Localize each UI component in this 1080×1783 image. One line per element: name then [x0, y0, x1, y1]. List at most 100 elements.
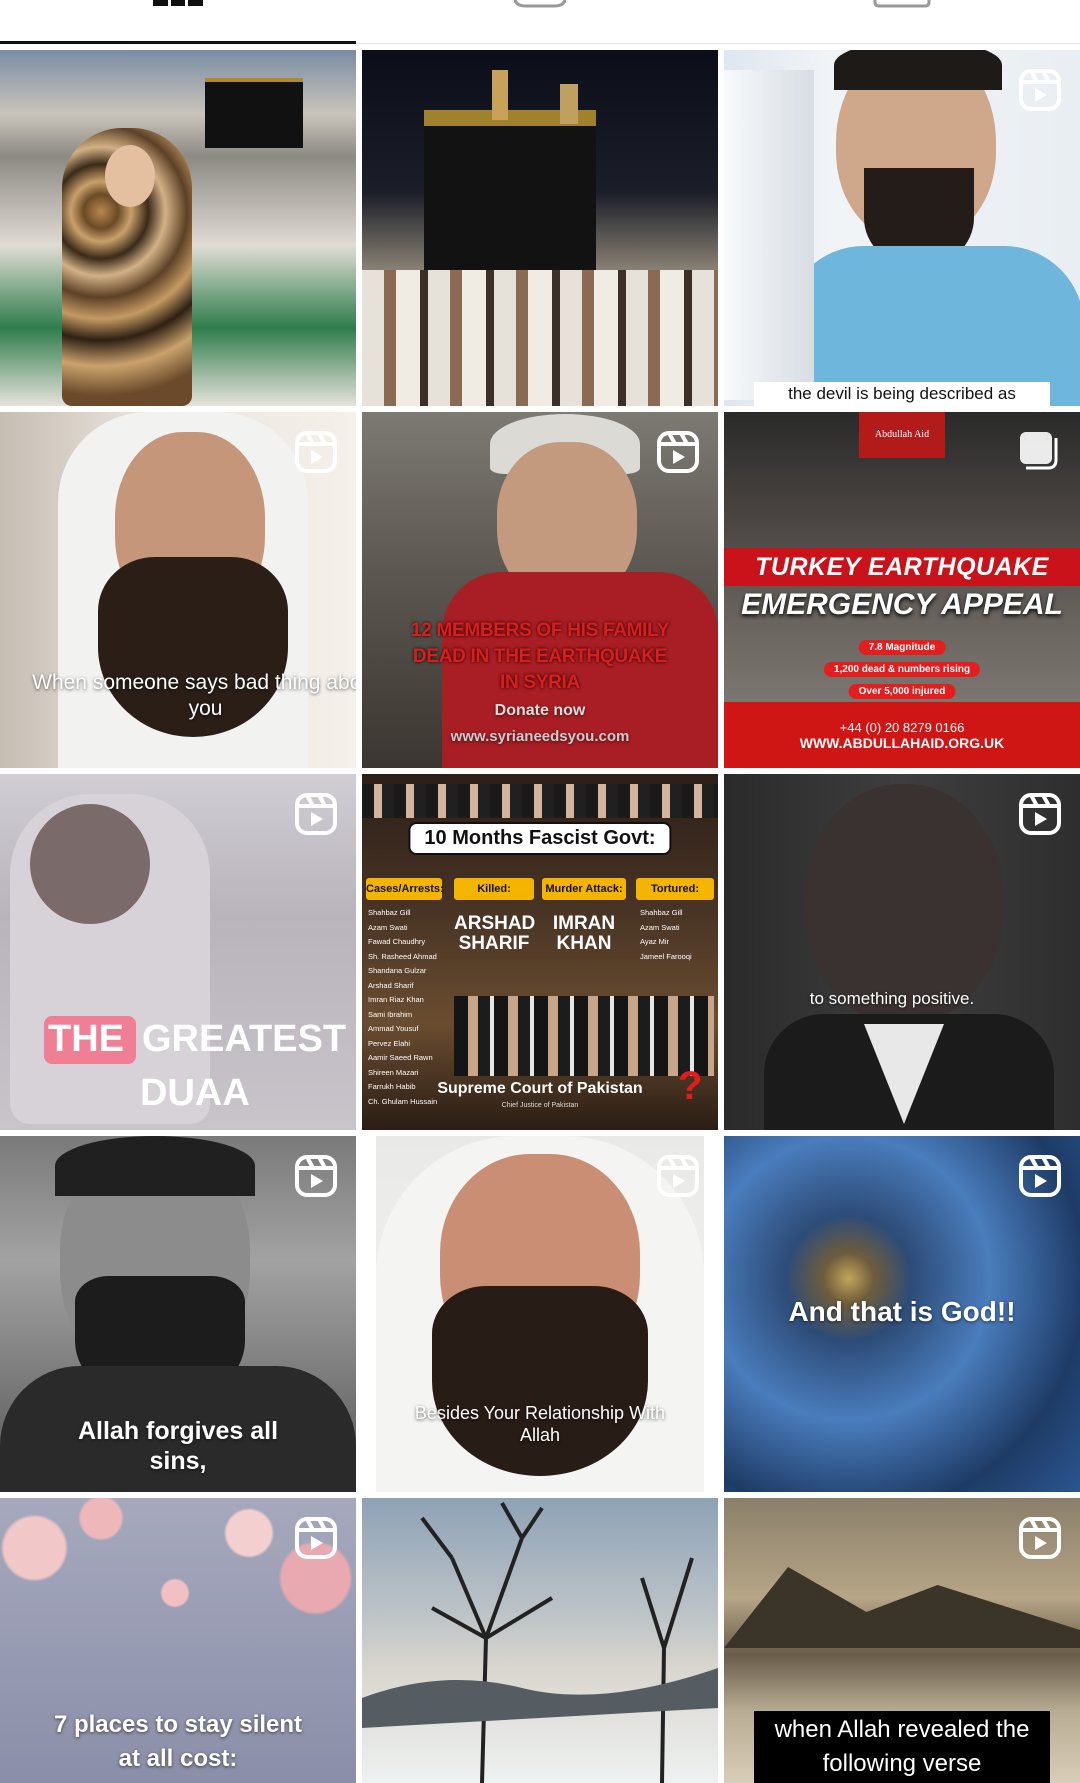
reels-icon [657, 431, 699, 473]
poster-title: 10 Months Fascist Govt: [408, 822, 672, 855]
appeal-title: TURKEY EARTHQUAKE [724, 548, 1080, 586]
reels-icon [295, 431, 337, 473]
post-headline: THE [48, 1018, 124, 1060]
minaret [560, 84, 578, 124]
minaret [492, 70, 508, 120]
appeal-subtitle: EMERGENCY APPEAL [741, 588, 1063, 621]
stat-pill: 1,200 dead & numbers rising [823, 662, 981, 677]
post-caption: When someone says bad thing about you [32, 671, 356, 720]
group-portrait [454, 996, 714, 1076]
column-header: Cases/Arrests: [366, 878, 444, 900]
stat-pill: Over 5,000 injured [848, 684, 956, 699]
post-headline: DUAA [140, 1072, 250, 1114]
crowd [362, 270, 718, 406]
killed-name: ARSHAD SHARIF [454, 913, 536, 954]
poster-footer-sub: Chief Justice of Pakistan [501, 1102, 579, 1109]
list-item: Shahbaz Gill [640, 908, 683, 917]
post-caption: to something positive. [809, 989, 975, 1008]
list-item: Sh. Rasheed Ahmad [368, 951, 437, 961]
list-item: Azam Swati [640, 922, 680, 932]
post-caption: Besides Your Relationship With Allah [414, 1403, 666, 1445]
post-tile[interactable]: Abdullah Aid TURKEY EARTHQUAKE EMERGENCY… [724, 412, 1080, 768]
post-tile[interactable]: to something positive. [724, 774, 1080, 1130]
tree-silhouette [362, 1502, 718, 1783]
question-mark-icon: ? [678, 1064, 703, 1108]
profile-tab-bar [0, 0, 1080, 44]
stat-pill: 7.8 Magnitude [858, 640, 946, 655]
list-item: Sami Ibrahim [368, 1009, 413, 1019]
tab-grid[interactable] [0, 0, 356, 44]
list-item: Azam Swati [368, 922, 408, 932]
post-caption: Allah forgives all sins, [77, 1417, 279, 1475]
list-item: Ammad Yousuf [368, 1024, 419, 1033]
person-hair [30, 804, 150, 924]
post-tile[interactable] [362, 50, 718, 406]
post-tile[interactable] [362, 1498, 718, 1783]
post-headline: DEAD IN THE EARTHQUAKE [412, 646, 668, 667]
appeal-website: WWW.ABDULLAHAID.ORG.UK [799, 735, 1005, 751]
post-tile[interactable]: Allah forgives all sins, [0, 1136, 356, 1492]
reels-icon [657, 1155, 699, 1197]
donate-label: Donate now [494, 702, 586, 719]
list-item: Imran Riaz Khan [368, 995, 424, 1004]
poster-footer: Supreme Court of Pakistan [437, 1080, 643, 1097]
org-logo: Abdullah Aid [859, 412, 945, 458]
reels-icon [1019, 69, 1061, 111]
person-hair [834, 50, 1002, 90]
reels-icon [295, 793, 337, 835]
tab-reels[interactable] [362, 0, 718, 44]
appeal-footer: +44 (0) 20 8279 0166 WWW.ABDULLAHAID.ORG… [724, 702, 1080, 768]
cases-list: Shahbaz Gill Azam Swati Fawad Chaudhry S… [368, 906, 437, 1109]
list-item: Shandana Gulzar [368, 966, 427, 975]
carousel-icon [1020, 432, 1058, 470]
list-item: Arshad Sharif [368, 980, 414, 990]
post-tile[interactable]: THE GREATEST DUAA [0, 774, 356, 1130]
post-headline: IN SYRIA [500, 672, 580, 693]
kaaba-shape [424, 110, 596, 278]
mountain-silhouette [724, 1567, 1080, 1648]
post-caption: the devil is being described as [754, 382, 1050, 406]
donate-url: www.syrianeedsyou.com [450, 728, 630, 745]
active-tab-indicator [0, 41, 356, 44]
attack-name: IMRAN KHAN [552, 913, 616, 954]
portrait-strip [362, 784, 718, 818]
appeal-phone: +44 (0) 20 8279 0166 [839, 720, 965, 735]
kaaba-shape [205, 78, 303, 148]
person-beard [432, 1286, 648, 1476]
tab-tagged[interactable] [724, 0, 1080, 44]
microphone [724, 70, 814, 400]
column-header: Killed: [454, 878, 534, 900]
post-tile[interactable]: 12 MEMBERS OF HIS FAMILY DEAD IN THE EAR… [362, 412, 718, 768]
post-tile[interactable]: And that is God!! [724, 1136, 1080, 1492]
column-header: Tortured: [636, 878, 714, 900]
post-caption: 7 places to stay silent at all cost: [53, 1711, 303, 1772]
tortured-list: Shahbaz Gill Azam Swati Ayaz Mir Jameel … [640, 906, 692, 964]
reels-icon [295, 1517, 337, 1559]
person-face [105, 145, 155, 207]
post-tile[interactable] [0, 50, 356, 406]
post-tile[interactable]: When someone says bad thing about you [0, 412, 356, 768]
post-tile[interactable]: 10 Months Fascist Govt: Cases/Arrests: K… [362, 774, 718, 1130]
reels-icon [1019, 793, 1061, 835]
tagged-icon [873, 0, 931, 8]
grid-icon [153, 0, 203, 6]
list-item: Jameel Farooqi [640, 951, 692, 961]
list-item: Shahbaz Gill [368, 908, 411, 917]
post-tile[interactable]: when Allah revealed the following verse [724, 1498, 1080, 1783]
post-caption: And that is God!! [788, 1296, 1016, 1327]
column-header: Murder Attack: [542, 878, 626, 900]
post-tile[interactable]: the devil is being described as [724, 50, 1080, 406]
post-tile[interactable]: 7 places to stay silent at all cost: [0, 1498, 356, 1783]
post-headline: GREATEST [142, 1018, 347, 1060]
reels-icon [1019, 1517, 1061, 1559]
reels-icon [1019, 1155, 1061, 1197]
post-tile[interactable]: Besides Your Relationship With Allah [362, 1136, 718, 1492]
post-caption: when Allah revealed the following verse [754, 1711, 1050, 1783]
list-item: Fawad Chaudhry [368, 937, 426, 946]
person-head [804, 784, 1004, 1024]
person-hair [55, 1136, 255, 1196]
list-item: Pervez Elahi [368, 1038, 411, 1048]
post-headline: 12 MEMBERS OF HIS FAMILY [410, 620, 670, 641]
reels-icon [295, 1155, 337, 1197]
list-item: Aamir Saeed Rawn [368, 1053, 433, 1062]
